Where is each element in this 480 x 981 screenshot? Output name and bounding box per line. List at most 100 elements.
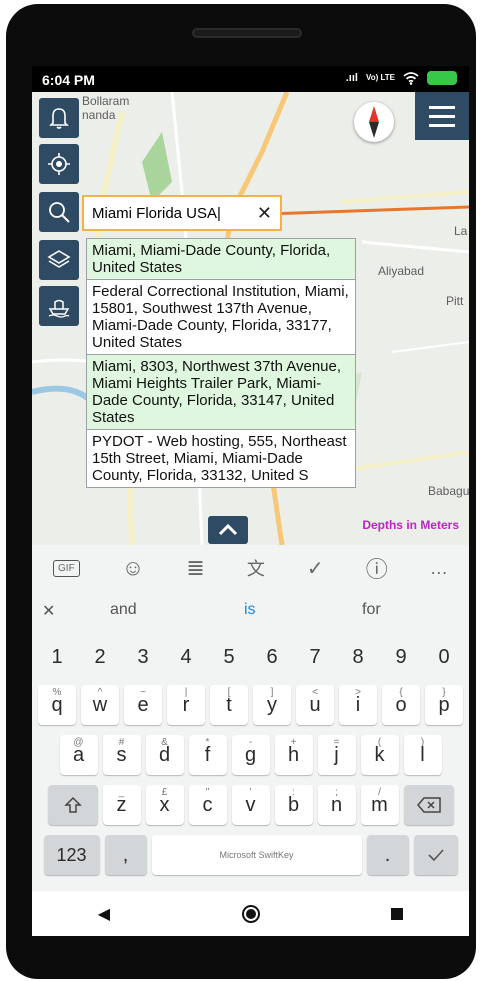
key-b[interactable]: :b xyxy=(274,785,313,825)
key[interactable]: 8 xyxy=(339,637,377,677)
map-label-la: La xyxy=(454,224,468,238)
search-input-text: Miami Florida USA| xyxy=(92,204,221,222)
key-h[interactable]: + h xyxy=(274,735,313,775)
key-j[interactable]: = j xyxy=(317,735,356,775)
key-hint: - xyxy=(248,737,253,748)
suggestion-item[interactable]: and xyxy=(110,601,137,619)
home-icon[interactable] xyxy=(241,904,260,923)
key-t[interactable]: [t xyxy=(210,685,248,725)
numbers-toggle-key[interactable]: 123 xyxy=(43,835,100,875)
key[interactable]: 7 xyxy=(296,637,334,677)
key-x[interactable]: £ x xyxy=(145,785,184,825)
hamburger-icon-bar xyxy=(429,105,455,109)
key-y[interactable]: ] y xyxy=(253,685,291,725)
more-icon[interactable]: … xyxy=(430,558,448,579)
key-z[interactable]: _ z xyxy=(102,785,141,825)
status-bar: 6:04 PM .ııl Vo) LTE xyxy=(32,66,469,92)
key-m[interactable]: / m xyxy=(360,785,399,825)
key-hint: } xyxy=(442,687,446,698)
key[interactable]: 0 xyxy=(425,637,463,677)
key[interactable]: 3 xyxy=(124,637,162,677)
status-time: 6:04 PM xyxy=(42,72,95,88)
key-f[interactable]: * f xyxy=(188,735,227,775)
key-k[interactable]: (k xyxy=(360,735,399,775)
map-label-aliyabad: Aliyabad xyxy=(378,264,425,278)
key-hint: ( xyxy=(377,737,382,748)
key[interactable]: 6 xyxy=(253,637,291,677)
key-r[interactable]: | r xyxy=(167,685,205,725)
key-i[interactable]: > i xyxy=(339,685,377,725)
map-label-bollaram: Bollaram xyxy=(82,94,130,108)
key-hint: + xyxy=(290,737,297,748)
system-navigation-bar: ◀ xyxy=(32,891,469,936)
search-result-item[interactable]: Miami, 8303, Northwest 37th Avenue, Miam… xyxy=(87,355,355,430)
key-s[interactable]: # s xyxy=(102,735,141,775)
gif-icon[interactable]: GIF xyxy=(53,559,80,577)
key-n[interactable]: ; n xyxy=(317,785,356,825)
key-q[interactable]: % q xyxy=(38,685,76,725)
search-button[interactable] xyxy=(39,192,79,232)
locate-button[interactable] xyxy=(39,144,79,184)
volte-icon: Vo) LTE xyxy=(365,73,395,82)
sticker-icon[interactable]: ☺ xyxy=(122,555,144,581)
earpiece-speaker xyxy=(192,28,302,38)
key[interactable]: 5 xyxy=(210,637,248,677)
key-hint: ^ xyxy=(97,687,103,698)
keyboard-toolbar: GIF ☺ ≣ 文 ✓ ⓘ … xyxy=(32,545,469,591)
layers-button[interactable] xyxy=(39,240,79,280)
compass-button[interactable] xyxy=(354,102,394,142)
suggestion-item[interactable]: for xyxy=(362,601,381,619)
key[interactable]: 9 xyxy=(382,637,420,677)
period-key[interactable]: . xyxy=(366,835,409,875)
key-hint: = xyxy=(333,737,340,748)
key[interactable]: 1 xyxy=(38,637,76,677)
alerts-button[interactable] xyxy=(39,98,79,138)
letter-row-3: _ z £ x " c ' v: b; n / m xyxy=(32,785,469,825)
key-o[interactable]: {o xyxy=(382,685,420,725)
map-label-nanda: nanda xyxy=(82,108,116,122)
hamburger-icon-bar xyxy=(429,123,455,127)
map-view[interactable]: Bollaram nanda Aliyabad Pitt Babagu La D… xyxy=(32,92,469,545)
key-hint: # xyxy=(118,737,125,748)
space-key[interactable]: Microsoft SwiftKey xyxy=(151,835,362,875)
key-a[interactable]: @ a xyxy=(59,735,98,775)
key-v[interactable]: ' v xyxy=(231,785,270,825)
shift-key[interactable] xyxy=(47,785,98,825)
enter-key[interactable] xyxy=(413,835,458,875)
collapse-results-button[interactable] xyxy=(208,516,248,544)
search-result-item[interactable]: Miami, Miami-Dade County, Florida, Unite… xyxy=(87,239,355,280)
search-icon xyxy=(49,202,70,223)
key-hint: < xyxy=(312,687,318,698)
key-w[interactable]: ^ w xyxy=(81,685,119,725)
main-menu-button[interactable] xyxy=(415,92,469,140)
backspace-key[interactable] xyxy=(403,785,454,825)
key-g[interactable]: -g xyxy=(231,735,270,775)
edit-check-icon[interactable]: ✓ xyxy=(307,556,324,581)
collapse-suggestions-icon[interactable]: ✕ xyxy=(42,601,55,621)
key-hint: ~ xyxy=(140,687,146,698)
key-e[interactable]: ~ e xyxy=(124,685,162,725)
bottom-key-row: 123 , Microsoft SwiftKey . xyxy=(32,835,469,875)
ship-icon xyxy=(48,299,70,318)
key-d[interactable]: & d xyxy=(145,735,184,775)
recents-icon[interactable] xyxy=(391,907,404,920)
suggestion-item[interactable]: is xyxy=(244,601,256,619)
key-u[interactable]: < u xyxy=(296,685,334,725)
comma-key[interactable]: , xyxy=(104,835,147,875)
key-l[interactable]: ) l xyxy=(403,735,442,775)
key[interactable]: 2 xyxy=(81,637,119,677)
key-p[interactable]: } p xyxy=(425,685,463,725)
translate-icon[interactable]: 文 xyxy=(247,555,265,581)
key[interactable]: 4 xyxy=(167,637,205,677)
ship-button[interactable] xyxy=(39,286,79,326)
info-icon[interactable]: ⓘ xyxy=(366,552,388,584)
back-icon[interactable]: ◀ xyxy=(98,904,110,924)
search-result-item[interactable]: Federal Correctional Institution, Miami,… xyxy=(87,280,355,355)
clipboard-icon[interactable]: ≣ xyxy=(186,555,204,581)
map-label-pitt: Pitt xyxy=(446,294,464,308)
search-input[interactable]: Miami Florida USA| ✕ xyxy=(82,195,282,231)
clear-search-icon[interactable]: ✕ xyxy=(257,203,272,224)
screen: 6:04 PM .ııl Vo) LTE Bollaram nanda Aliy… xyxy=(32,66,469,936)
search-result-item[interactable]: PYDOT - Web hosting, 555, Northeast 15th… xyxy=(87,430,355,487)
key-c[interactable]: " c xyxy=(188,785,227,825)
